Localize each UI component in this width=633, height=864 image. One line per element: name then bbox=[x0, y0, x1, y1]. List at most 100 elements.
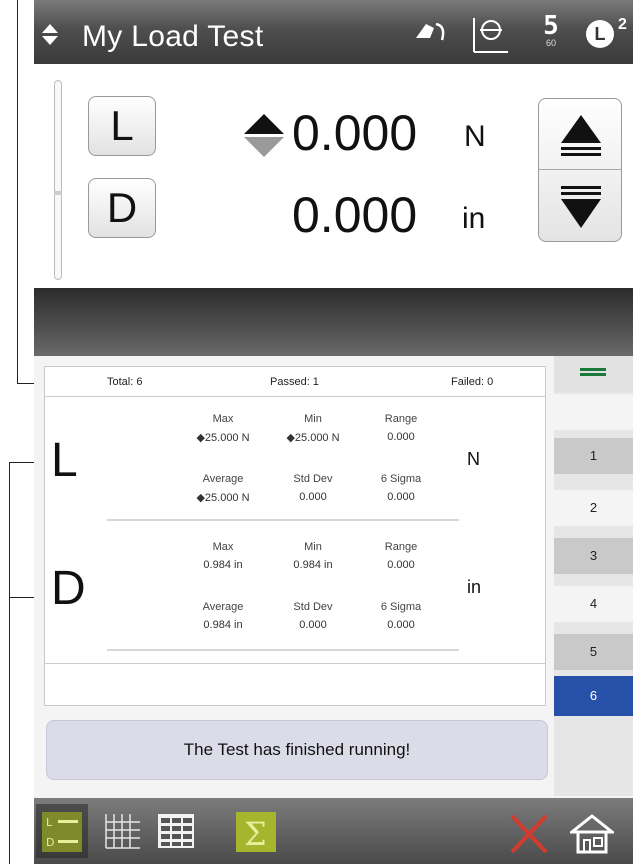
load-unit: N bbox=[464, 120, 486, 153]
disp-std-dev: Std Dev 0.000 bbox=[263, 601, 363, 631]
disp-average: Average 0.984 in bbox=[173, 601, 273, 631]
load-direction-icon bbox=[244, 114, 284, 157]
specimen-item-4[interactable]: 4 bbox=[554, 586, 633, 622]
summary-total: Total: 6 bbox=[107, 376, 143, 388]
load-stats-unit: N bbox=[467, 449, 480, 469]
displacement-statistics: D Max 0.984 in Min 0.984 in Range 0.000 … bbox=[45, 535, 545, 655]
stats-footer-line bbox=[45, 663, 545, 664]
load-stats-letter: L bbox=[51, 434, 78, 487]
specimen-item-3[interactable]: 3 bbox=[554, 538, 633, 574]
sample-rate-sub: 60 bbox=[545, 38, 556, 48]
bottom-toolbar: L D Σ bbox=[34, 798, 633, 864]
specimen-item-2[interactable]: 2 bbox=[554, 490, 633, 526]
table-icon bbox=[158, 814, 194, 848]
access-level-letter: L bbox=[586, 20, 614, 48]
menu-arrows-icon[interactable] bbox=[42, 24, 58, 46]
load-min-label: Min bbox=[304, 413, 322, 425]
load-six-sigma: 6 Sigma 0.000 bbox=[351, 473, 451, 503]
load-min: Min ◆25.000 N bbox=[263, 413, 363, 444]
graph-icon bbox=[105, 814, 140, 849]
live-readout-panel: L D 0.000 N 0.000 in bbox=[34, 64, 633, 288]
scrollbar-thumb[interactable] bbox=[54, 191, 62, 195]
disp-range-label: Range bbox=[384, 541, 418, 553]
load-statistics: L Max ◆25.000 N Min ◆25.000 N Range 0.00… bbox=[45, 407, 545, 527]
load-std-dev: Std Dev 0.000 bbox=[263, 473, 363, 503]
test-title[interactable]: My Load Test bbox=[82, 20, 263, 54]
jog-up-icon bbox=[561, 115, 601, 156]
statistics-panel: Total: 6 Passed: 1 Failed: 0 L Max ◆25.0… bbox=[44, 366, 546, 706]
load-channel-button[interactable]: L bbox=[88, 96, 156, 156]
access-level-indicator[interactable]: L 2 bbox=[586, 16, 627, 48]
graph-button[interactable] bbox=[96, 804, 148, 858]
svg-text:D: D bbox=[46, 836, 54, 849]
load-range-value: 0.000 bbox=[387, 431, 415, 443]
load-average-arrow-icon: ◆ bbox=[196, 492, 205, 504]
jog-down-button[interactable] bbox=[539, 170, 621, 241]
load-range-label: Range bbox=[384, 413, 418, 425]
disp-std-dev-label: Std Dev bbox=[293, 601, 333, 613]
sample-rate-indicator[interactable]: 5 60 bbox=[536, 11, 566, 48]
svg-text:L: L bbox=[46, 816, 53, 829]
load-displacement-button[interactable]: L D bbox=[36, 804, 88, 858]
load-max-value: 25.000 N bbox=[204, 432, 250, 444]
load-value: 0.000 bbox=[292, 105, 418, 161]
load-six-sigma-value: 0.000 bbox=[387, 491, 415, 503]
load-max-label: Max bbox=[212, 413, 234, 425]
result-summary: Total: 6 Passed: 1 Failed: 0 bbox=[45, 367, 545, 397]
specimen-item-5[interactable]: 5 bbox=[554, 634, 633, 670]
disp-six-sigma-label: 6 Sigma bbox=[380, 601, 422, 613]
device-screen: My Load Test 5 60 L 2 L D 0.000 N 0.000 … bbox=[34, 0, 633, 864]
load-max: Max ◆25.000 N bbox=[173, 413, 273, 444]
readout-scrollbar[interactable] bbox=[54, 80, 62, 280]
jog-control bbox=[538, 98, 622, 242]
stats-divider-bottom bbox=[107, 649, 459, 651]
statistics-button[interactable]: Σ bbox=[230, 804, 282, 858]
disp-range: Range 0.000 bbox=[351, 541, 451, 571]
displacement-channel-button[interactable]: D bbox=[88, 178, 156, 238]
disp-six-sigma: 6 Sigma 0.000 bbox=[351, 601, 451, 631]
load-min-arrow-icon: ◆ bbox=[286, 432, 295, 444]
load-average: Average ◆25.000 N bbox=[173, 473, 273, 504]
disp-std-dev-value: 0.000 bbox=[299, 619, 327, 631]
summary-failed: Failed: 0 bbox=[451, 376, 494, 388]
disp-max: Max 0.984 in bbox=[173, 541, 273, 571]
load-std-dev-value: 0.000 bbox=[299, 491, 327, 503]
home-icon bbox=[570, 814, 614, 854]
zero-axis-icon[interactable] bbox=[470, 16, 510, 56]
table-button[interactable] bbox=[150, 804, 202, 858]
status-message: The Test has finished running! bbox=[46, 720, 548, 780]
disp-max-value: 0.984 in bbox=[203, 559, 243, 571]
cancel-icon bbox=[510, 814, 548, 854]
specimen-item-1[interactable]: 1 bbox=[554, 438, 633, 474]
load-average-label: Average bbox=[202, 473, 244, 485]
cancel-button[interactable] bbox=[502, 804, 554, 858]
displacement-value: 0.000 bbox=[292, 187, 418, 243]
load-std-dev-label: Std Dev bbox=[293, 473, 333, 485]
specimen-list: 1 2 3 4 5 6 bbox=[554, 356, 633, 796]
load-six-sigma-label: 6 Sigma bbox=[380, 473, 422, 485]
disp-stats-unit: in bbox=[467, 577, 482, 597]
disp-stats-letter: D bbox=[51, 562, 86, 615]
menu-bars-icon bbox=[580, 368, 606, 371]
home-button[interactable] bbox=[564, 804, 616, 858]
disp-max-label: Max bbox=[212, 541, 234, 553]
disp-min-value: 0.984 in bbox=[293, 559, 333, 571]
disp-average-label: Average bbox=[202, 601, 244, 613]
displacement-unit: in bbox=[462, 202, 486, 235]
sample-rate-value: 5 bbox=[543, 11, 559, 41]
disp-min: Min 0.984 in bbox=[263, 541, 363, 571]
svg-text:Σ: Σ bbox=[244, 815, 267, 852]
access-level-number: 2 bbox=[618, 16, 627, 33]
jog-down-icon bbox=[561, 186, 601, 228]
specimen-item-6[interactable]: 6 bbox=[554, 676, 633, 716]
load-max-arrow-icon: ◆ bbox=[196, 432, 205, 444]
jog-up-button[interactable] bbox=[539, 99, 621, 170]
disp-range-value: 0.000 bbox=[387, 559, 415, 571]
title-bar: My Load Test 5 60 L 2 bbox=[34, 0, 633, 64]
specimen-empty-row bbox=[554, 394, 633, 430]
load-min-value: 25.000 N bbox=[294, 432, 340, 444]
return-icon[interactable] bbox=[412, 16, 452, 48]
specimen-list-menu[interactable] bbox=[554, 356, 633, 392]
callout-line-top-vertical bbox=[17, 0, 18, 384]
disp-six-sigma-value: 0.000 bbox=[387, 619, 415, 631]
